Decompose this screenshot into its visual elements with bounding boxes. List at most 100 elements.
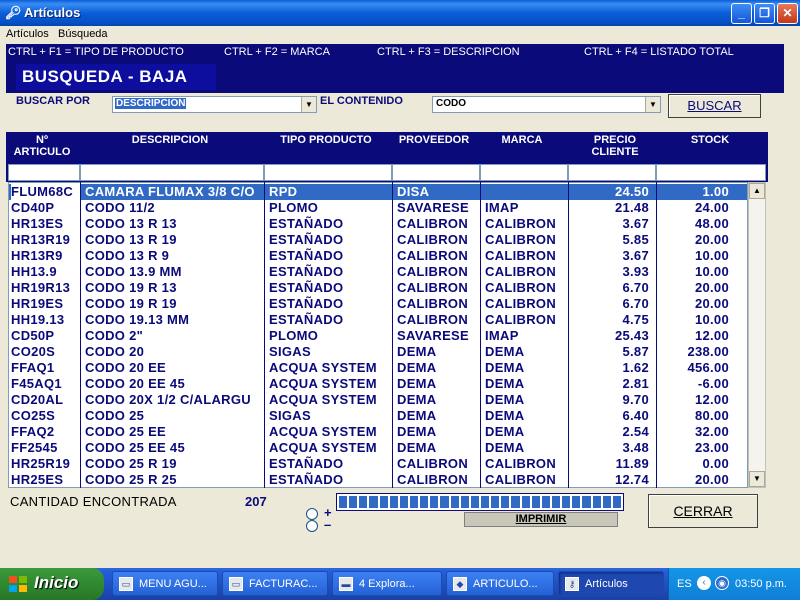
menu-articulos[interactable]: Artículos: [6, 28, 49, 40]
col-header-marca[interactable]: MARCA: [480, 134, 564, 146]
shortcut-f3: CTRL + F3 = DESCRIPCION: [377, 46, 520, 58]
filter-proveedor[interactable]: [392, 164, 480, 181]
table-row[interactable]: CO25S CODO 25 SIGAS DEMA DEMA 6.40 80.00: [9, 408, 747, 424]
column-divider: [264, 182, 265, 488]
cell-precio: 2.54: [622, 424, 649, 439]
table-row[interactable]: CD40P CODO 11/2 PLOMO SAVARESE IMAP 21.48 24.0…: [9, 200, 747, 216]
language-indicator[interactable]: ES: [677, 578, 692, 590]
table-row[interactable]: HR19R13 CODO 19 R 13 ESTAÑADO CALIBRON CALIB…: [9, 280, 747, 296]
col-header-proveedor[interactable]: PROVEEDOR: [392, 134, 476, 146]
cell-tipo: ESTAÑADO: [269, 232, 344, 247]
table-row[interactable]: FFAQ2 CODO 25 EE ACQUA SYSTEM DEMA DEMA 2.54 3…: [9, 424, 747, 440]
progress-segment: [592, 496, 601, 508]
cell-marca: DEMA: [485, 424, 525, 439]
cell-marca: CALIBRON: [485, 296, 557, 311]
filter-precio[interactable]: [568, 164, 656, 181]
vertical-scrollbar[interactable]: ▲ ▼: [748, 182, 766, 488]
task-menu-agu[interactable]: ▭ MENU AGU...: [112, 571, 218, 596]
restore-button[interactable]: ❐: [754, 3, 775, 24]
table-row[interactable]: FFAQ1 CODO 20 EE ACQUA SYSTEM DEMA DEMA 1.62 4…: [9, 360, 747, 376]
col-header-descripcion[interactable]: DESCRIPCION: [80, 134, 260, 146]
progress-segment: [420, 496, 429, 508]
imprimir-button[interactable]: IMPRIMIR: [464, 512, 618, 527]
cell-stock: 24.00: [694, 200, 729, 215]
col-header-tipo[interactable]: TIPO PRODUCTO: [264, 134, 388, 146]
cell-precio: 6.40: [622, 408, 649, 423]
column-divider: [480, 182, 481, 488]
table-row[interactable]: HR13R19 CODO 13 R 19 ESTAÑADO CALIBRON CALIB…: [9, 232, 747, 248]
cell-precio: 1.62: [622, 360, 649, 375]
table-row[interactable]: FLUM68C CAMARA FLUMAX 3/8 C/O RPD DISA 24.50…: [9, 184, 747, 200]
filter-stock[interactable]: [656, 164, 766, 181]
cell-proveedor: CALIBRON: [397, 216, 469, 231]
task-explorer[interactable]: ▬ 4 Explora...: [332, 571, 442, 596]
table-row[interactable]: CD20AL CODO 20X 1/2 C/ALARGU ACQUA SYSTEM D…: [9, 392, 747, 408]
cell-stock: 20.00: [694, 280, 729, 295]
task-facturac[interactable]: ▭ FACTURAC...: [222, 571, 328, 596]
cell-marca: CALIBRON: [485, 248, 557, 263]
filter-marca[interactable]: [480, 164, 568, 181]
contenido-select[interactable]: CODO ▼: [432, 96, 661, 113]
cell-articulo: CD20AL: [11, 392, 64, 407]
table-row[interactable]: FF2545 CODO 25 EE 45 ACQUA SYSTEM DEMA DEMA 3…: [9, 440, 747, 456]
cell-stock: 12.00: [694, 392, 729, 407]
table-row[interactable]: HR13ES CODO 13 R 13 ESTAÑADO CALIBRON CALIBR…: [9, 216, 747, 232]
scroll-up-icon[interactable]: ▲: [749, 183, 765, 199]
network-icon[interactable]: ◉: [715, 576, 729, 590]
progress-segment: [531, 496, 540, 508]
task-articulos[interactable]: ⚷ Artículos: [558, 571, 664, 596]
progress-segment: [379, 496, 388, 508]
buscar-por-select[interactable]: DESCRIPCION ▼: [112, 96, 317, 113]
cell-stock: 20.00: [694, 296, 729, 311]
filter-tipo[interactable]: [264, 164, 392, 181]
cell-proveedor: CALIBRON: [397, 312, 469, 327]
table-row[interactable]: CO20S CODO 20 SIGAS DEMA DEMA 5.87 238.00: [9, 344, 747, 360]
task-articulo[interactable]: ◆ ARTICULO...: [446, 571, 554, 596]
cell-marca: DEMA: [485, 360, 525, 375]
cell-stock: 20.00: [694, 232, 729, 247]
cell-marca: CALIBRON: [485, 280, 557, 295]
radio-plus[interactable]: [306, 508, 318, 520]
table-row[interactable]: CD50P CODO 2" PLOMO SAVARESE IMAP 25.43 12.00: [9, 328, 747, 344]
buscar-button[interactable]: BUSCAR: [668, 94, 761, 118]
filter-descripcion[interactable]: [80, 164, 264, 181]
scroll-down-icon[interactable]: ▼: [749, 471, 765, 487]
cell-proveedor: DEMA: [397, 440, 437, 455]
chevron-down-icon[interactable]: ▼: [645, 97, 660, 112]
col-header-articulo[interactable]: Nº ARTICULO: [8, 134, 76, 158]
cell-articulo: HR19ES: [11, 296, 64, 311]
cerrar-button[interactable]: CERRAR: [648, 494, 758, 528]
close-button[interactable]: ✕: [777, 3, 798, 24]
radio-minus[interactable]: [306, 520, 318, 532]
task-label: Artículos: [585, 578, 628, 590]
progress-segment: [409, 496, 419, 508]
cell-descripcion: CODO 11/2: [85, 200, 155, 215]
cell-proveedor: DEMA: [397, 408, 437, 423]
table-row[interactable]: HH19.13 CODO 19.13 MM ESTAÑADO CALIBRON CALI…: [9, 312, 747, 328]
language-bar-icon[interactable]: ‹: [697, 576, 711, 590]
cell-stock: 238.00: [687, 344, 729, 359]
col-header-stock[interactable]: STOCK: [660, 134, 760, 146]
minimize-button[interactable]: _: [731, 3, 752, 24]
table-row[interactable]: F45AQ1 CODO 20 EE 45 ACQUA SYSTEM DEMA DEMA 2…: [9, 376, 747, 392]
cell-precio: 12.74: [614, 472, 649, 487]
table-row[interactable]: HR25R19 CODO 25 R 19 ESTAÑADO CALIBRON CALIB…: [9, 456, 747, 472]
table-row[interactable]: HR19ES CODO 19 R 19 ESTAÑADO CALIBRON CALIBR…: [9, 296, 747, 312]
cell-proveedor: DEMA: [397, 392, 437, 407]
cell-precio: 11.89: [615, 456, 649, 471]
filter-articulo[interactable]: [8, 164, 80, 181]
table-row[interactable]: HH13.9 CODO 13.9 MM ESTAÑADO CALIBRON CALIBR…: [9, 264, 747, 280]
progress-segment: [572, 496, 581, 508]
column-divider: [80, 182, 81, 488]
start-button[interactable]: Inicio: [0, 568, 104, 600]
cell-descripcion: CODO 25 R 19: [85, 456, 177, 471]
cell-proveedor: CALIBRON: [397, 280, 469, 295]
title-bar[interactable]: 🔑︎ Artículos _ ❐ ✕: [0, 0, 800, 26]
menu-busqueda[interactable]: Búsqueda: [58, 28, 108, 40]
cell-articulo: FFAQ2: [11, 424, 55, 439]
cell-stock: 10.00: [694, 312, 729, 327]
table-row[interactable]: HR13R9 CODO 13 R 9 ESTAÑADO CALIBRON CALIBRO…: [9, 248, 747, 264]
table-row[interactable]: HR25ES CODO 25 R 25 ESTAÑADO CALIBRON CALIBR…: [9, 472, 747, 487]
col-header-precio[interactable]: PRECIO CLIENTE: [576, 134, 654, 158]
chevron-down-icon[interactable]: ▼: [301, 97, 316, 112]
